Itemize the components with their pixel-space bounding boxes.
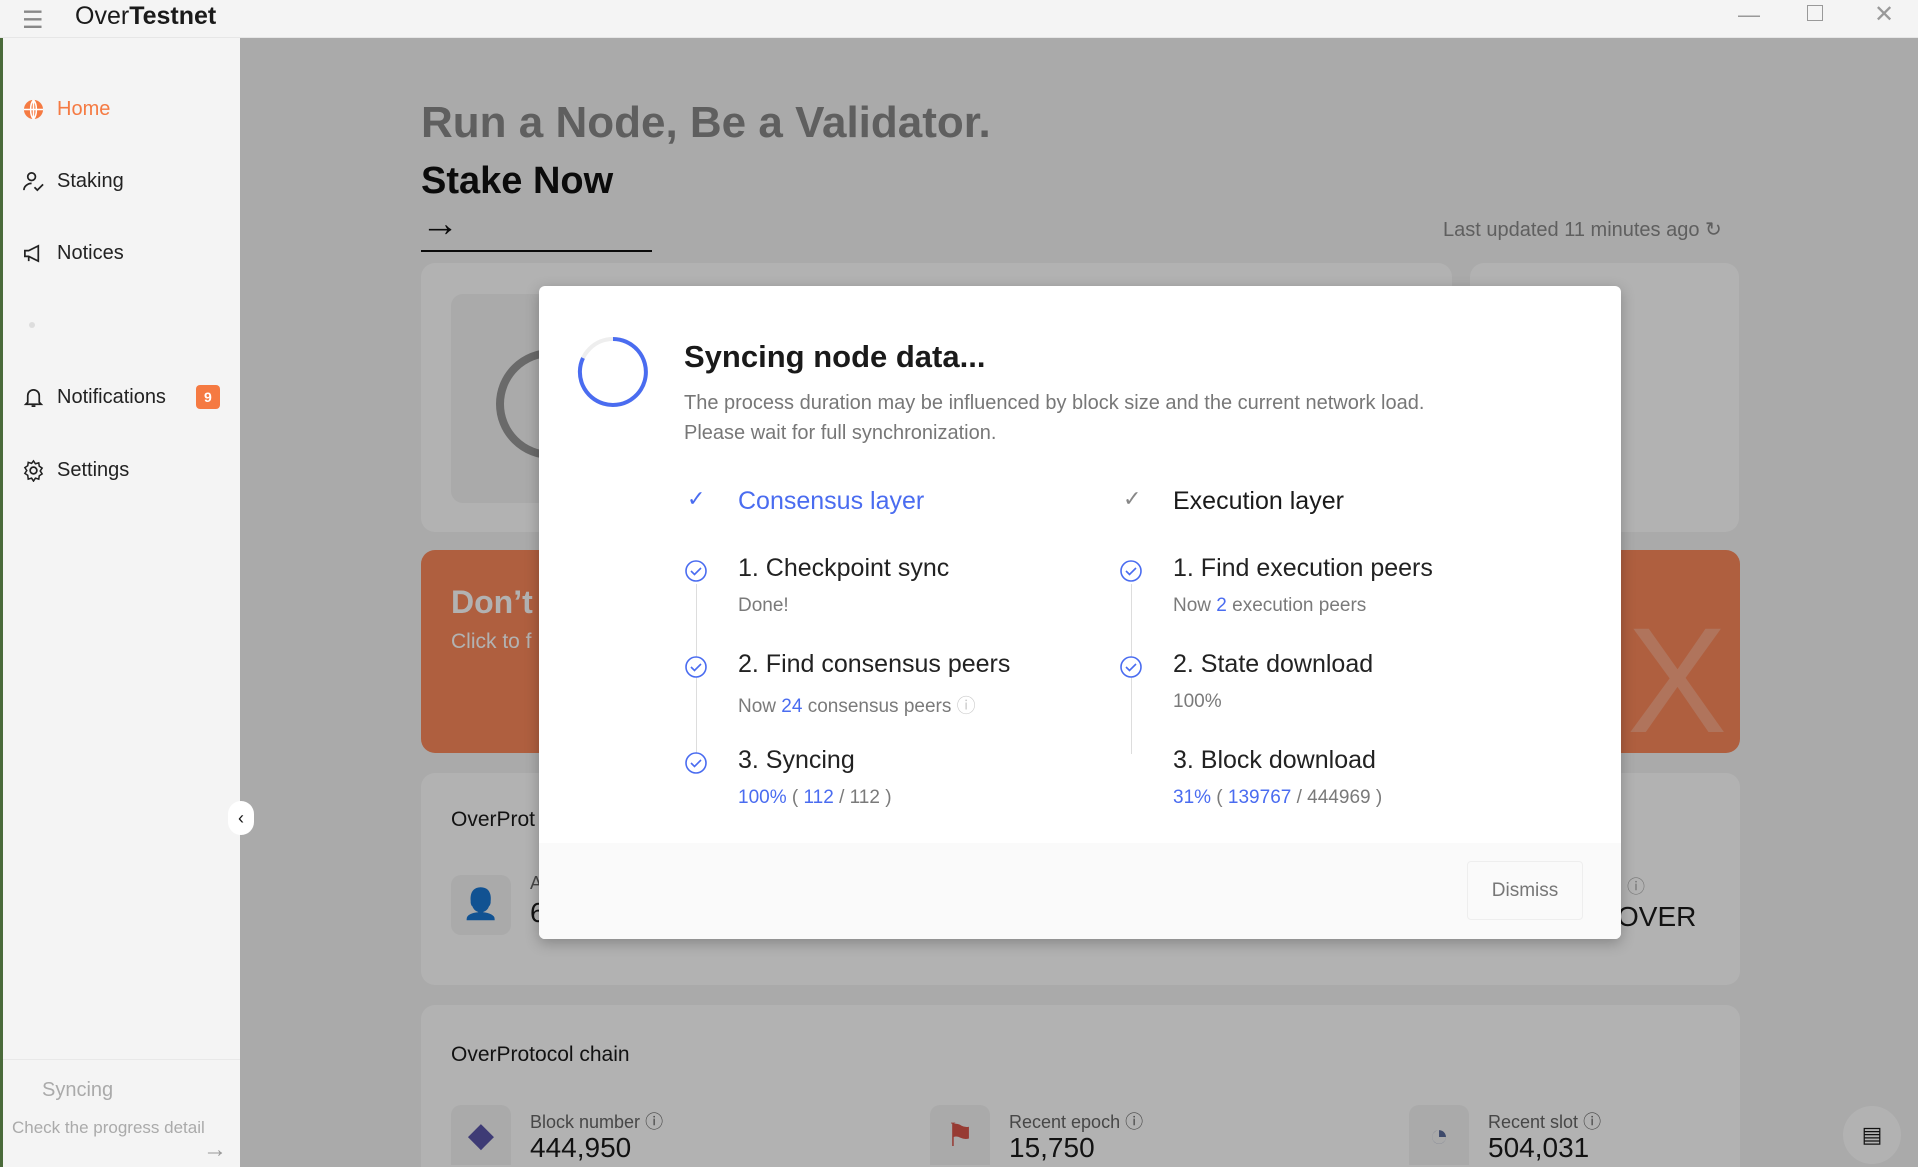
execution-layer-title: Execution layer <box>1173 487 1344 515</box>
sync-modal: Syncing node data... The process duratio… <box>539 286 1621 939</box>
gear-icon <box>23 459 44 482</box>
globe-icon <box>23 98 44 120</box>
modal-title: Syncing node data... <box>684 339 986 374</box>
check-circle-icon <box>1119 559 1143 583</box>
bell-icon <box>23 388 44 407</box>
separator-dot <box>29 322 35 328</box>
check-circle-icon <box>1119 655 1143 679</box>
sidebar-item-notices[interactable]: Notices <box>22 238 124 268</box>
sidebar-item-notifications[interactable]: Notifications 9 <box>22 382 220 412</box>
hamburger-menu-icon[interactable]: ☰ <box>22 6 44 35</box>
title-bar: ☰ OverTestnet — ✕ <box>0 0 1918 38</box>
check-icon: ✓ <box>1123 486 1142 511</box>
divider <box>3 1059 240 1060</box>
collapse-sidebar-button[interactable]: ‹ <box>228 801 254 835</box>
maximize-button[interactable] <box>1807 5 1823 21</box>
sidebar-item-staking[interactable]: Staking <box>22 166 124 196</box>
sync-status-title: Syncing <box>42 1079 114 1101</box>
sync-status-detail[interactable]: Check the progress detail <box>12 1118 205 1138</box>
dismiss-button[interactable]: Dismiss <box>1467 861 1583 920</box>
notification-badge: 9 <box>195 385 220 409</box>
modal-footer: Dismiss <box>539 843 1621 939</box>
sidebar-item-home[interactable]: Home <box>22 94 110 124</box>
app-title: OverTestnet <box>75 2 217 30</box>
help-icon[interactable]: ⓘ <box>957 696 976 717</box>
consensus-layer-title: Consensus layer <box>738 487 925 515</box>
close-button[interactable]: ✕ <box>1874 0 1894 29</box>
arrow-right-icon[interactable]: → <box>203 1138 227 1162</box>
loading-spinner-icon <box>577 337 648 407</box>
user-check-icon <box>23 171 44 191</box>
sidebar: Home Staking Notices Notifications 9 Set… <box>0 38 240 1167</box>
check-icon: ✓ <box>687 486 706 511</box>
sidebar-item-settings[interactable]: Settings <box>22 455 129 485</box>
check-circle-icon <box>684 559 708 583</box>
check-circle-icon <box>684 655 708 679</box>
minimize-button[interactable]: — <box>1738 2 1760 28</box>
check-circle-icon <box>684 751 708 775</box>
megaphone-icon <box>24 243 40 263</box>
